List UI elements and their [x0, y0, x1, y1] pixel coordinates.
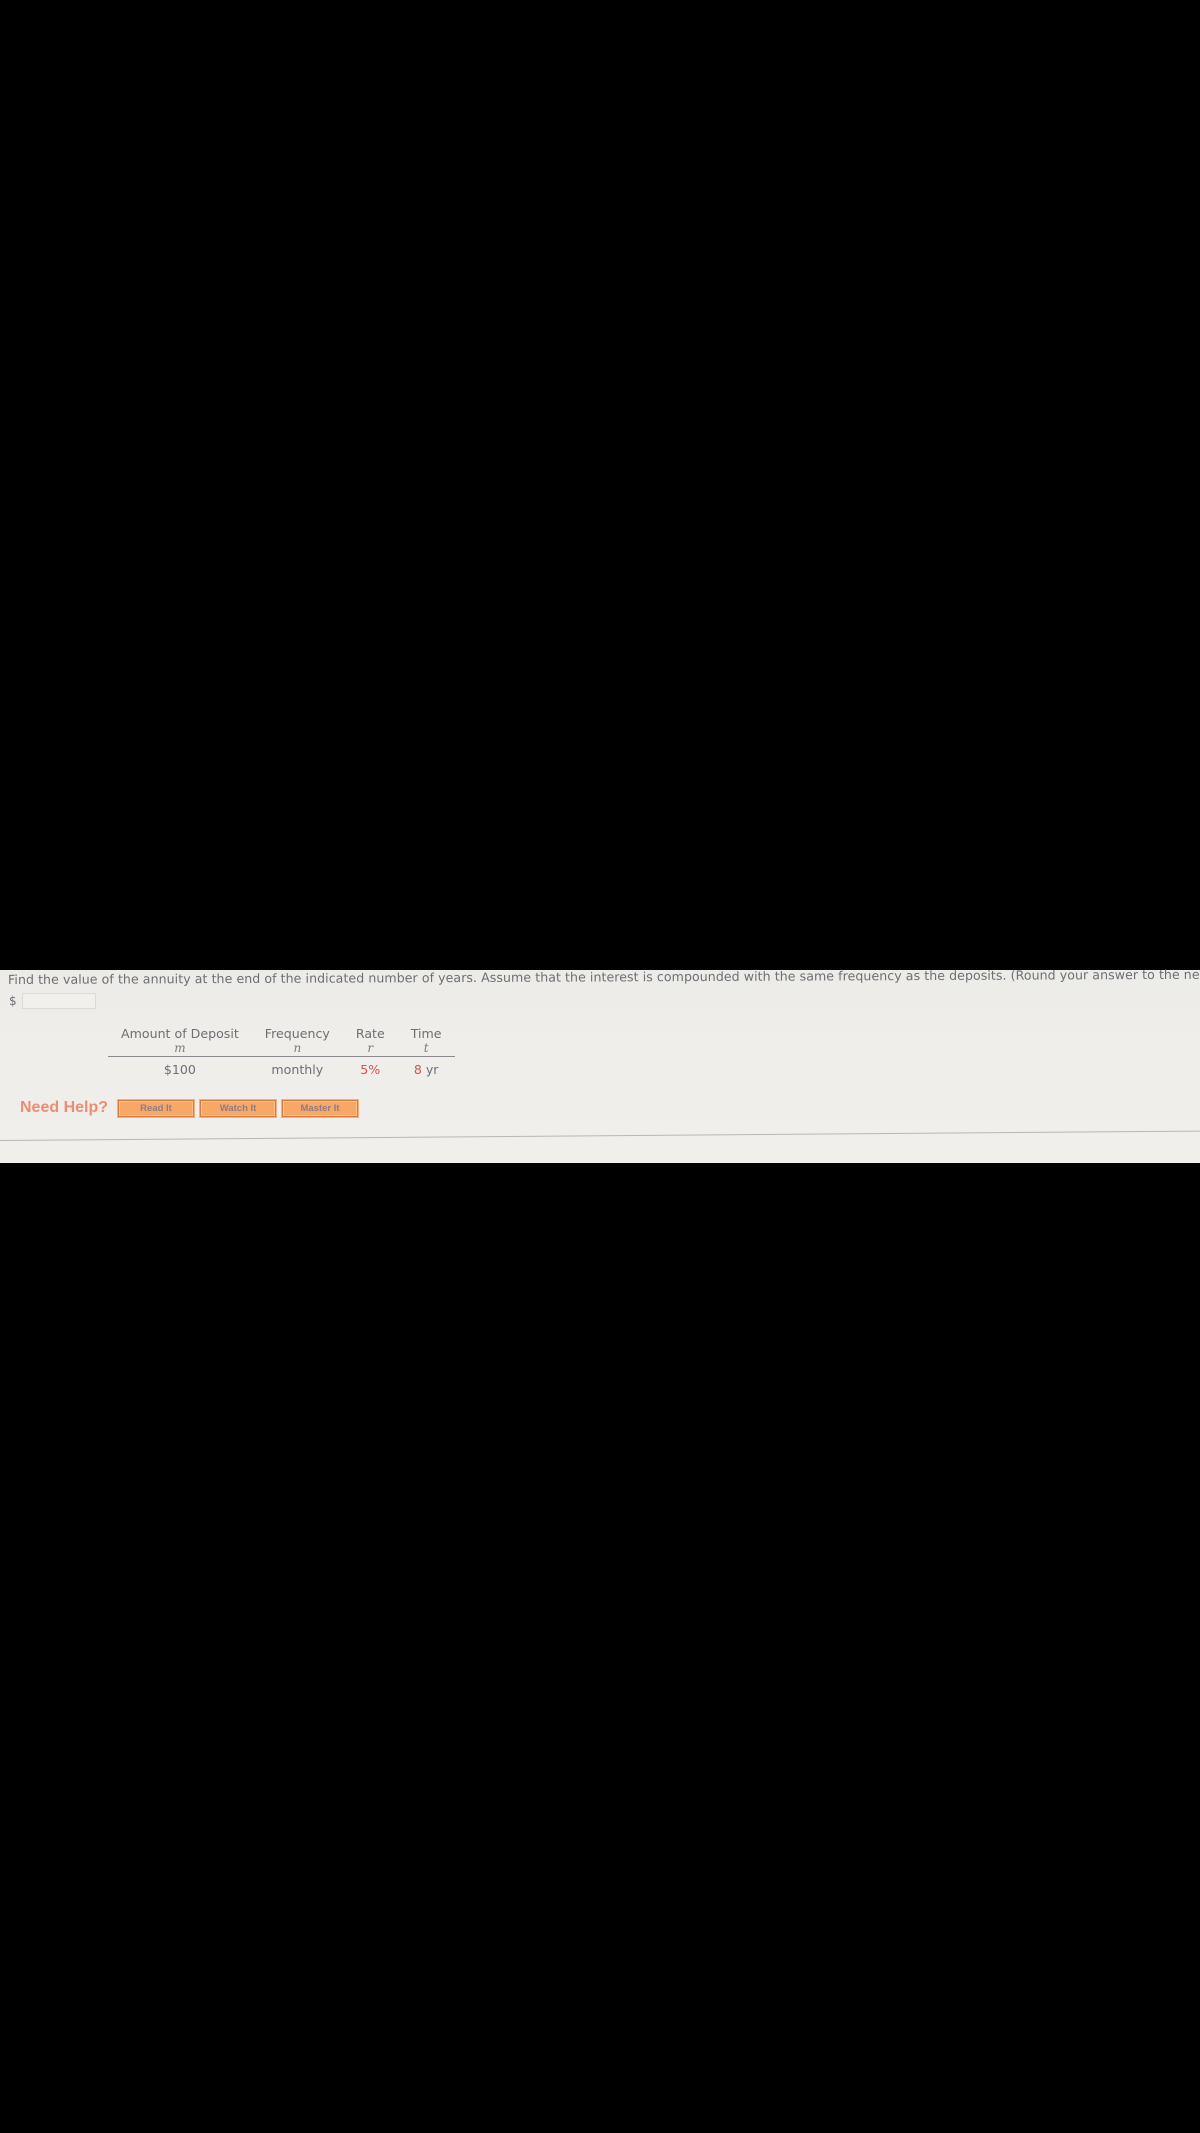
header-amount-variable: m: [174, 1041, 186, 1055]
cell-time-unit: yr: [425, 1062, 439, 1077]
cell-time: 8 yr: [398, 1057, 455, 1079]
variables-table: Amount of Deposit m Frequency n Rate r T…: [108, 1026, 455, 1078]
header-frequency-label: Frequency: [264, 1026, 330, 1041]
cell-amount: $100: [163, 1062, 196, 1077]
read-it-button[interactable]: Read It: [118, 1099, 195, 1117]
header-amount: Amount of Deposit m: [108, 1026, 252, 1057]
cell-rate: 5%: [360, 1062, 381, 1077]
table-row: $100 monthly 5% 8 yr: [108, 1057, 455, 1079]
header-rate-variable: r: [367, 1041, 374, 1055]
master-it-button[interactable]: Master It: [282, 1099, 359, 1117]
section-divider: [0, 1130, 1200, 1141]
header-time-variable: t: [423, 1041, 429, 1055]
need-help-row: Need Help? Read It Watch It Master It: [20, 1099, 364, 1117]
need-help-label: Need Help?: [20, 1099, 109, 1116]
cell-frequency: monthly: [271, 1062, 324, 1077]
question-text: Find the value of the annuity at the end…: [7, 966, 1200, 987]
header-rate-label: Rate: [355, 1026, 385, 1041]
answer-row: $: [9, 992, 96, 1010]
currency-symbol: $: [9, 994, 17, 1008]
header-amount-label: Amount of Deposit: [121, 1026, 239, 1041]
header-time: Time t: [398, 1026, 455, 1057]
header-time-label: Time: [410, 1026, 442, 1041]
answer-input[interactable]: [22, 993, 96, 1009]
header-frequency: Frequency n: [252, 1026, 343, 1057]
cell-time-value: 8: [413, 1062, 422, 1077]
watch-it-button[interactable]: Watch It: [200, 1099, 277, 1117]
header-rate: Rate r: [343, 1026, 398, 1057]
header-frequency-variable: n: [293, 1041, 302, 1055]
question-panel: Find the value of the annuity at the end…: [0, 966, 1200, 1163]
table-header-row: Amount of Deposit m Frequency n Rate r T…: [108, 1026, 455, 1057]
